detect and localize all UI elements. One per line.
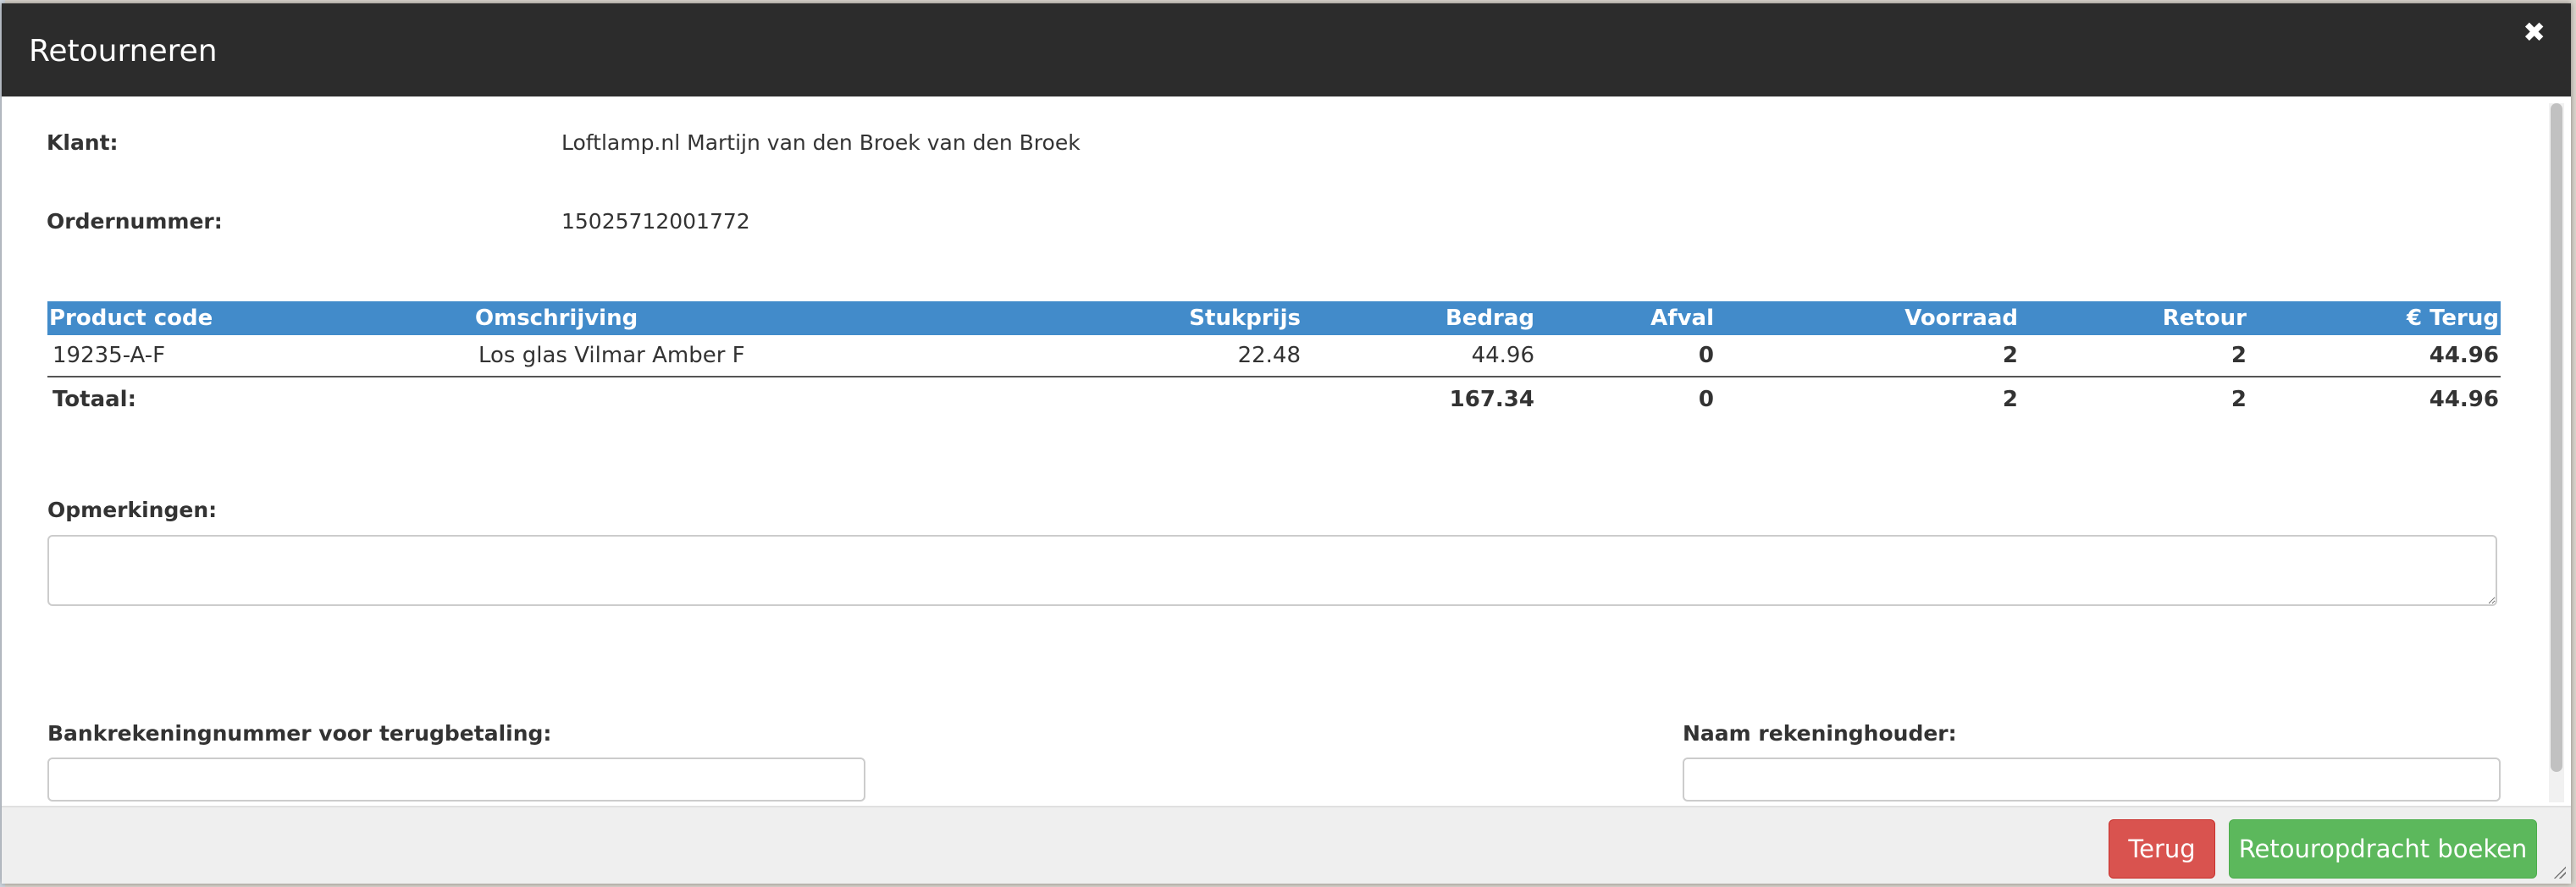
scrollbar-thumb[interactable] <box>2551 103 2562 772</box>
dialog-footer: Terug Retouropdracht boeken <box>2 806 2571 884</box>
total-waste: 0 <box>1698 387 1714 412</box>
cell-product-code: 19235-A-F <box>47 335 473 377</box>
cell-amount: 44.96 <box>1302 335 1536 377</box>
return-dialog: Retourneren ✖ Klant: Loftlamp.nl Martijn… <box>2 3 2571 884</box>
content-scrollbar[interactable] <box>2549 103 2564 802</box>
header-product-code: Product code <box>47 301 473 335</box>
total-empty-unit-price <box>1066 377 1302 421</box>
order-label: Ordernummer: <box>47 209 223 234</box>
cell-description: Los glas Vilmar Amber F <box>473 335 1066 377</box>
header-waste: Afval <box>1536 301 1716 335</box>
cell-return: 2 <box>2020 335 2248 377</box>
total-return: 2 <box>2231 387 2247 412</box>
remarks-label: Opmerkingen: <box>47 498 218 522</box>
dialog-title: Retourneren <box>29 34 218 69</box>
cell-stock: 2 <box>1716 335 2020 377</box>
header-unit-price: Stukprijs <box>1066 301 1302 335</box>
dialog-titlebar: Retourneren ✖ <box>2 3 2571 96</box>
header-stock: Voorraad <box>1716 301 2020 335</box>
dialog-content: Klant: Loftlamp.nl Martijn van den Broek… <box>2 96 2542 807</box>
table-total-row: Totaal: 167.34 0 2 2 44.96 <box>47 377 2501 421</box>
header-amount: Bedrag <box>1302 301 1536 335</box>
back-button[interactable]: Terug <box>2109 819 2215 879</box>
header-description: Omschrijving <box>473 301 1066 335</box>
remarks-textarea[interactable] <box>47 535 2497 606</box>
total-stock: 2 <box>2002 387 2018 412</box>
total-amount: 167.34 <box>1449 387 1534 412</box>
account-holder-input[interactable] <box>1683 758 2501 802</box>
account-holder-label: Naam rekeninghouder: <box>1683 721 1957 746</box>
total-label: Totaal: <box>53 387 136 412</box>
table-header-row: Product code Omschrijving Stukprijs Bedr… <box>47 301 2501 335</box>
table-row: 19235-A-F Los glas Vilmar Amber F 22.48 … <box>47 335 2501 377</box>
customer-value: Loftlamp.nl Martijn van den Broek van de… <box>561 130 1081 155</box>
cell-waste: 0 <box>1536 335 1716 377</box>
bank-account-input[interactable] <box>47 758 865 802</box>
close-icon[interactable]: ✖ <box>2523 19 2546 46</box>
total-empty-description <box>473 377 1066 421</box>
submit-return-button[interactable]: Retouropdracht boeken <box>2229 819 2537 879</box>
customer-label: Klant: <box>47 130 119 155</box>
resize-grip-icon[interactable] <box>2552 865 2566 879</box>
total-refund: 44.96 <box>2429 387 2499 412</box>
return-products-table: Product code Omschrijving Stukprijs Bedr… <box>47 301 2501 421</box>
order-value: 15025712001772 <box>561 209 750 234</box>
header-return: Retour <box>2020 301 2248 335</box>
bank-account-label: Bankrekeningnummer voor terugbetaling: <box>47 721 552 746</box>
cell-unit-price: 22.48 <box>1066 335 1302 377</box>
header-refund: € Terug <box>2248 301 2501 335</box>
cell-refund: 44.96 <box>2248 335 2501 377</box>
